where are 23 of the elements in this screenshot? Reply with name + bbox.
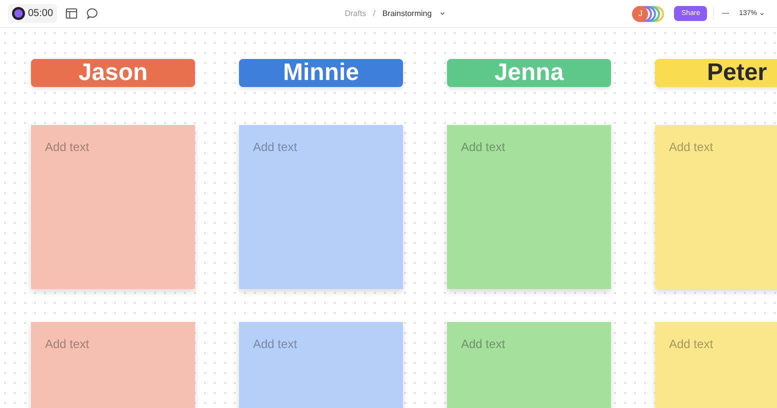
sticky-note[interactable]: Add text: [655, 322, 777, 408]
breadcrumb-separator: /: [373, 9, 376, 18]
sticky-note[interactable]: Add text: [447, 322, 611, 408]
sticky-note[interactable]: Add text: [239, 322, 403, 408]
sticky-note[interactable]: Add text: [655, 125, 777, 289]
sticky-note[interactable]: Add text: [31, 322, 195, 408]
chevron-down-icon: [759, 10, 765, 16]
breadcrumb-link[interactable]: Drafts: [344, 9, 366, 18]
name-header[interactable]: Minnie: [239, 59, 403, 87]
timer-text: 05:00: [28, 8, 54, 19]
name-header[interactable]: Peter: [655, 59, 777, 87]
name-header[interactable]: Jason: [31, 59, 195, 87]
timer[interactable]: 05:00: [8, 4, 58, 23]
avatar: J: [632, 6, 648, 22]
sticky-note[interactable]: Add text: [31, 125, 195, 289]
document-title[interactable]: Brainstorming: [382, 9, 432, 18]
logo-icon: [12, 7, 25, 20]
layout-icon[interactable]: [65, 7, 78, 20]
comment-icon[interactable]: [86, 7, 100, 20]
sticky-note[interactable]: Add text: [239, 125, 403, 289]
name-header[interactable]: Jenna: [447, 59, 611, 87]
sticky-note[interactable]: Add text: [447, 125, 611, 289]
chevron-down-icon[interactable]: [438, 10, 446, 17]
